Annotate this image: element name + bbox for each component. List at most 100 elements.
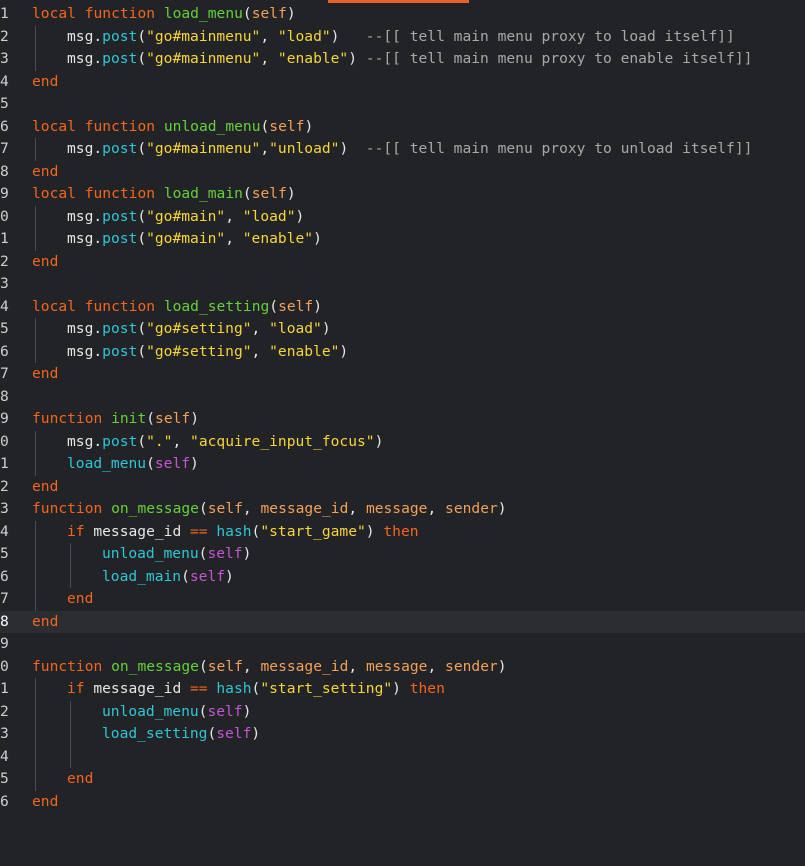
token-fn: load_menu bbox=[163, 5, 243, 22]
token-str: "load" bbox=[277, 27, 331, 45]
token-cmt: --[[ tell main menu proxy to load itself… bbox=[365, 27, 735, 45]
code-line[interactable]: 0 msg.post(".", "acquire_input_focus") bbox=[0, 430, 805, 453]
line-number: 0 bbox=[0, 432, 9, 450]
indent-guide bbox=[35, 430, 36, 453]
code-line[interactable]: 3 msg.post("go#mainmenu", "enable") --[[ … bbox=[0, 48, 805, 71]
code-text: unload_menu(self) bbox=[102, 543, 251, 566]
code-line[interactable]: 2 unload_menu(self) bbox=[0, 700, 805, 723]
token-punc: ) bbox=[339, 140, 349, 157]
token-call: post bbox=[102, 207, 138, 225]
token-call: load_main bbox=[102, 567, 182, 585]
token-punc: ( bbox=[137, 140, 147, 157]
line-number: 8 bbox=[0, 162, 9, 180]
token-str: "go#mainmenu" bbox=[146, 140, 261, 157]
token-fn: init bbox=[111, 410, 147, 427]
code-line[interactable]: 6 end bbox=[0, 791, 805, 814]
code-line[interactable]: 2 end bbox=[0, 251, 805, 274]
token-punc: , bbox=[251, 342, 270, 360]
indent-guide bbox=[35, 340, 36, 363]
token-call: post bbox=[102, 27, 138, 45]
code-line[interactable]: 6 msg.post("go#setting", "enable") bbox=[0, 340, 805, 363]
code-line[interactable]: 9 bbox=[0, 633, 805, 656]
code-line[interactable]: 9 local function load_main(self) bbox=[0, 183, 805, 206]
token-punc: , bbox=[225, 230, 243, 247]
indent-guide bbox=[35, 25, 36, 48]
token-punc: , bbox=[225, 207, 243, 225]
line-number: 6 bbox=[0, 567, 9, 585]
code-line[interactable]: 0 function on_message(self, message_id, m… bbox=[0, 656, 805, 679]
token-punc: ) bbox=[251, 725, 261, 742]
code-line[interactable]: 0 msg.post("go#main", "load") bbox=[0, 205, 805, 228]
code-line[interactable]: 5 msg.post("go#setting", "load") bbox=[0, 318, 805, 341]
token-punc: , bbox=[242, 500, 261, 517]
line-number: 4 bbox=[0, 297, 9, 315]
code-line[interactable]: 2 msg.post("go#mainmenu", "load") --[[ te… bbox=[0, 25, 805, 49]
token-kw: function bbox=[32, 657, 103, 675]
code-line[interactable]: 2 end bbox=[0, 476, 805, 499]
line-number: 2 bbox=[0, 477, 9, 495]
code-text: function on_message(self, message_id, me… bbox=[32, 498, 507, 521]
code-text: msg.post("go#mainmenu", "load") --[[ tel… bbox=[67, 26, 735, 49]
code-text: msg.post("go#mainmenu","unload") --[[ te… bbox=[67, 138, 752, 161]
token-punc: ( bbox=[146, 455, 155, 472]
code-line[interactable]: 4 bbox=[0, 745, 805, 768]
token-plain: msg bbox=[67, 342, 94, 360]
code-editor[interactable]: 1 local function load_menu(self) 2 msg.post… bbox=[0, 3, 805, 813]
code-line[interactable]: 7 msg.post("go#mainmenu","unload") --[[ t… bbox=[0, 138, 805, 161]
code-line[interactable]: 7 end bbox=[0, 363, 805, 386]
token-punc: ) bbox=[365, 522, 375, 540]
code-text: end bbox=[32, 476, 58, 499]
indent-guide bbox=[70, 565, 71, 588]
token-kw: end bbox=[32, 72, 59, 90]
code-line[interactable]: 9 function init(self) bbox=[0, 408, 805, 431]
code-line[interactable]: 1 load_menu(self) bbox=[0, 453, 805, 476]
code-line[interactable]: 8 end bbox=[0, 161, 805, 184]
code-line[interactable]: 6 local function unload_menu(self) bbox=[0, 116, 805, 139]
code-line[interactable]: 4 local function load_setting(self) bbox=[0, 296, 805, 319]
token-punc: ) bbox=[190, 410, 199, 427]
code-line[interactable]: 4 end bbox=[0, 71, 805, 94]
token-kw: function bbox=[84, 5, 156, 22]
code-line[interactable]: 5 bbox=[0, 93, 805, 116]
token-call: post bbox=[102, 50, 138, 67]
token-punc: ( bbox=[137, 27, 147, 45]
token-kw: end bbox=[32, 792, 59, 810]
code-line[interactable]: 3 function on_message(self, message_id, m… bbox=[0, 498, 805, 521]
code-line[interactable]: 8 end bbox=[0, 610, 805, 633]
code-line[interactable]: 3 load_setting(self) bbox=[0, 723, 805, 746]
code-line[interactable]: 1 local function load_menu(self) bbox=[0, 3, 805, 26]
code-text: local function load_main(self) bbox=[32, 183, 296, 206]
token-plain: msg bbox=[67, 320, 94, 337]
indent-guide bbox=[35, 138, 36, 161]
line-number: 9 bbox=[0, 185, 9, 202]
code-line[interactable]: 1 if message_id == hash("start_setting") … bbox=[0, 678, 805, 701]
code-line[interactable]: 1 msg.post("go#main", "enable") bbox=[0, 228, 805, 251]
code-text: if message_id == hash("start_setting") t… bbox=[67, 678, 445, 701]
code-line[interactable]: 3 bbox=[0, 273, 805, 296]
code-line[interactable]: 5 unload_menu(self) bbox=[0, 543, 805, 566]
code-text: end bbox=[67, 768, 93, 791]
token-str: "start_setting" bbox=[260, 680, 393, 697]
token-kw: end bbox=[67, 590, 94, 607]
token-param: message bbox=[365, 500, 428, 517]
code-line[interactable]: 8 bbox=[0, 386, 805, 409]
token-str: "go#setting" bbox=[146, 342, 252, 360]
token-str: "." bbox=[146, 432, 173, 450]
line-number: 6 bbox=[0, 342, 9, 360]
token-self: self bbox=[216, 725, 252, 742]
indent-guide bbox=[35, 588, 36, 611]
code-line[interactable]: 6 load_main(self) bbox=[0, 565, 805, 588]
token-call: post bbox=[102, 230, 138, 247]
code-line[interactable]: 7 end bbox=[0, 588, 805, 611]
code-line[interactable]: 4 if message_id == hash("start_game") the… bbox=[0, 520, 805, 543]
line-number: 2 bbox=[0, 702, 9, 720]
token-call: load_menu bbox=[67, 455, 147, 472]
token-punc: ( bbox=[137, 50, 147, 67]
code-line[interactable]: 5 end bbox=[0, 768, 805, 791]
